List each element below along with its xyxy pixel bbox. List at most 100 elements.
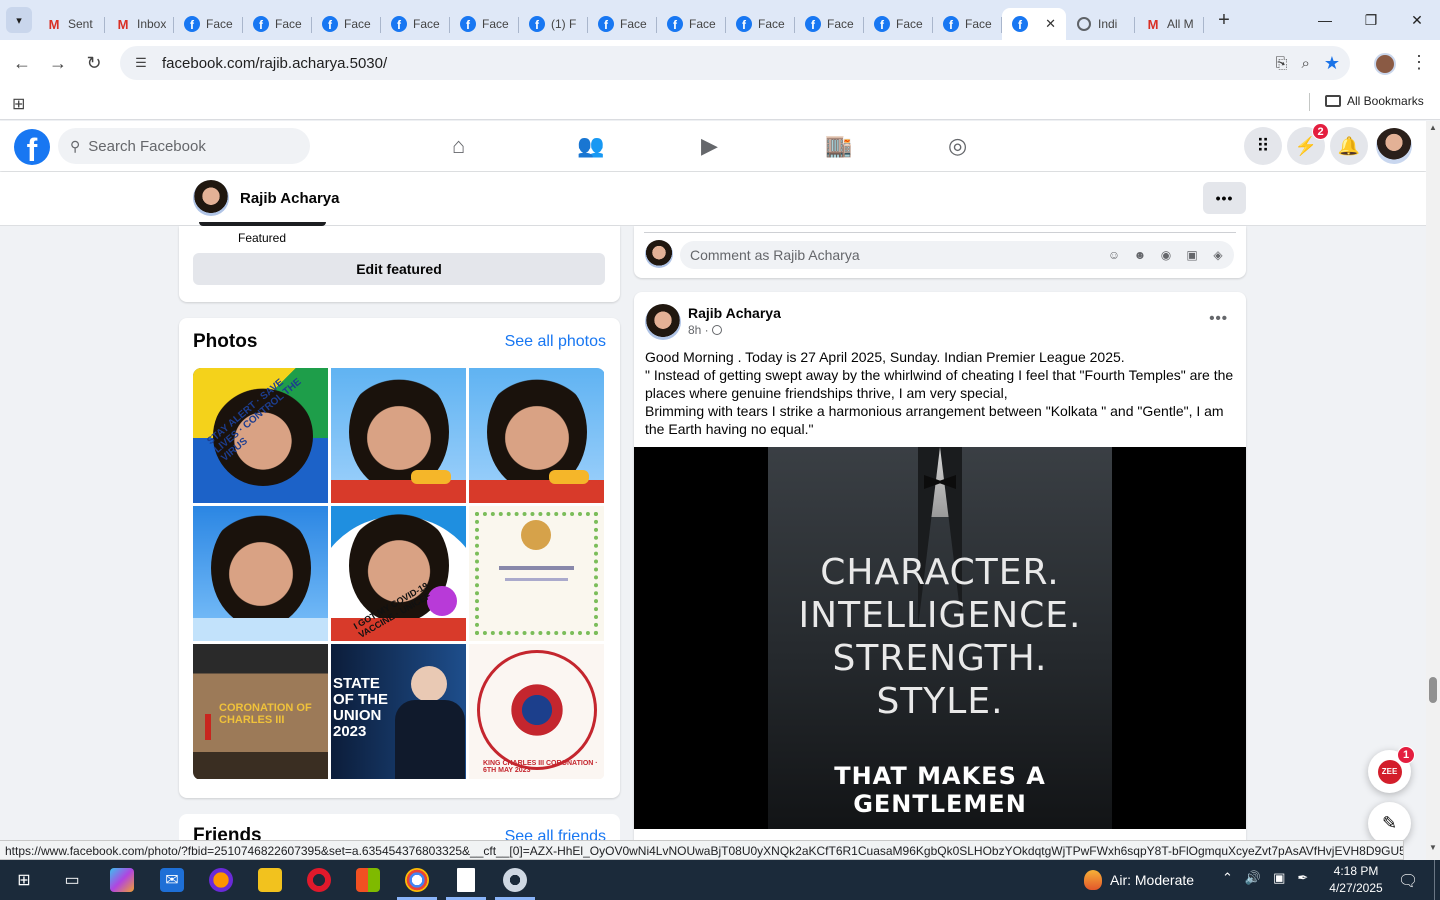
notepad-icon[interactable]	[457, 868, 475, 892]
new-tab-button[interactable]: +	[1210, 6, 1238, 34]
emoji-icon[interactable]: ☻	[1132, 248, 1148, 262]
facebook-logo-icon[interactable]: f	[14, 129, 50, 165]
photo-thumbnail[interactable]: STATE OF THE UNION 2023	[331, 644, 466, 779]
browser-tab[interactable]: f Face	[381, 8, 450, 40]
copilot-icon[interactable]	[110, 868, 134, 892]
browser-tab[interactable]: f Face	[588, 8, 657, 40]
camera-icon[interactable]: ◉	[1158, 248, 1174, 262]
back-button[interactable]: ←	[4, 45, 40, 81]
account-avatar[interactable]	[1376, 128, 1412, 164]
apps-grid-icon[interactable]: ⊞	[12, 94, 25, 114]
sticker-icon[interactable]: ◈	[1210, 248, 1226, 262]
photo-thumbnail[interactable]: KING CHARLES III CORONATION · 6TH MAY 20…	[469, 644, 604, 779]
tab-search-button[interactable]: ▾	[6, 7, 32, 33]
browser-tab[interactable]: f (1) F	[519, 8, 588, 40]
firefox-icon[interactable]	[209, 868, 233, 892]
post-time[interactable]: 8h ·	[688, 323, 709, 337]
windows-start-icon[interactable]: ⊞	[12, 868, 36, 892]
post-image[interactable]: CHARACTER. INTELLIGENCE. STRENGTH. STYLE…	[634, 447, 1246, 829]
close-window-button[interactable]: ✕	[1394, 0, 1440, 40]
notification-center-icon[interactable]: 🗨	[1398, 871, 1418, 891]
post-author-avatar[interactable]	[645, 304, 681, 340]
file-explorer-icon[interactable]	[258, 868, 282, 892]
task-view-icon[interactable]: ▭	[60, 868, 84, 892]
friends-icon[interactable]: 👥	[577, 133, 604, 159]
scroll-down-arrow-icon[interactable]: ▼	[1429, 843, 1437, 852]
gif-icon[interactable]: ▣	[1184, 248, 1200, 262]
opera-icon[interactable]	[307, 868, 331, 892]
url-text[interactable]: facebook.com/rajib.acharya.5030/	[162, 55, 387, 72]
browser-tab[interactable]: M Sent	[36, 8, 105, 40]
commenter-avatar[interactable]	[645, 240, 673, 268]
weather-widget[interactable]: Air: Moderate	[1084, 870, 1194, 890]
marketplace-icon[interactable]: 🏬	[825, 133, 852, 159]
featured-thumbnail[interactable]	[199, 222, 326, 226]
messaging-app-icon[interactable]: ✉	[160, 868, 184, 892]
browser-tab[interactable]: f Face	[450, 8, 519, 40]
restore-button[interactable]: ❐	[1348, 0, 1394, 40]
reload-button[interactable]: ↻	[76, 45, 112, 81]
all-bookmarks-button[interactable]: All Bookmarks	[1325, 94, 1424, 108]
page-scrollbar[interactable]: ▲ ▼	[1426, 121, 1440, 860]
profile-name[interactable]: Rajib Acharya	[240, 190, 340, 207]
browser-tab[interactable]: f Face	[795, 8, 864, 40]
pen-icon[interactable]: ✒	[1297, 870, 1308, 886]
microsoft-store-icon[interactable]	[356, 868, 380, 892]
photo-thumbnail[interactable]	[193, 506, 328, 641]
browser-tab[interactable]: f Face	[174, 8, 243, 40]
browser-tab[interactable]: Indi	[1066, 8, 1135, 40]
video-icon[interactable]: ▶	[701, 133, 718, 159]
browser-tab[interactable]: f Face	[657, 8, 726, 40]
volume-icon[interactable]: 🔊	[1245, 870, 1261, 886]
address-bar[interactable]: ☰ facebook.com/rajib.acharya.5030/ ⎘ ⌕ ★	[120, 46, 1350, 80]
chrome-menu-icon[interactable]: ⋮	[1410, 52, 1428, 73]
browser-tab[interactable]: M All M	[1135, 8, 1204, 40]
network-icon[interactable]: ▣	[1273, 870, 1285, 886]
comment-input[interactable]	[690, 247, 1090, 263]
new-message-button[interactable]: ✎	[1368, 802, 1411, 845]
browser-tab[interactable]: f ✕	[1002, 8, 1066, 40]
messenger-icon[interactable]: ⚡ 2	[1287, 123, 1329, 165]
photo-thumbnail[interactable]	[331, 368, 466, 503]
scrollbar-thumb[interactable]	[1429, 677, 1437, 703]
notifications-bell-icon[interactable]: 🔔	[1330, 127, 1368, 165]
browser-tab[interactable]: f Face	[864, 8, 933, 40]
minimize-button[interactable]: —	[1302, 0, 1348, 40]
close-tab-icon[interactable]: ✕	[1045, 16, 1056, 32]
groups-icon[interactable]: ◎	[948, 133, 967, 159]
snipping-tool-icon[interactable]	[503, 868, 527, 892]
browser-tab[interactable]: f Face	[933, 8, 1002, 40]
avatar-sticker-icon[interactable]: ☺	[1106, 248, 1122, 262]
browser-tab[interactable]: f Face	[243, 8, 312, 40]
zoom-icon[interactable]: ⌕	[1301, 55, 1309, 72]
photo-thumbnail[interactable]: CORONATION OF CHARLES III	[193, 644, 328, 779]
see-all-photos-link[interactable]: See all photos	[505, 333, 606, 351]
install-app-icon[interactable]: ⎘	[1275, 55, 1287, 72]
forward-button[interactable]: →	[40, 45, 76, 81]
chrome-profile-avatar[interactable]	[1374, 53, 1396, 75]
post-options-button[interactable]: •••	[1209, 310, 1228, 327]
photo-thumbnail[interactable]: STAY ALERT · SAVE LIVES · CONTROL THE VI…	[193, 368, 328, 503]
chrome-icon[interactable]	[405, 868, 429, 892]
browser-tab[interactable]: f Face	[726, 8, 795, 40]
taskbar-clock[interactable]: 4:18 PM 4/27/2025	[1318, 863, 1394, 897]
bookmark-star-icon[interactable]: ★	[1324, 53, 1340, 74]
browser-tab[interactable]: M Inbox	[105, 8, 174, 40]
menu-grid-icon[interactable]: ⠿	[1244, 127, 1282, 165]
scroll-up-arrow-icon[interactable]: ▲	[1429, 123, 1437, 132]
show-desktop-button[interactable]	[1434, 860, 1435, 900]
profile-more-button[interactable]: •••	[1203, 182, 1246, 214]
profile-avatar[interactable]	[193, 180, 229, 216]
facebook-search[interactable]: ⚲	[58, 128, 310, 164]
edit-featured-button[interactable]: Edit featured	[193, 253, 605, 285]
photo-thumbnail[interactable]: I GOT MY COVID-19 VACCINE · UNICEF	[331, 506, 466, 641]
comment-input-wrapper[interactable]: ☺ ☻ ◉ ▣ ◈	[680, 241, 1234, 269]
browser-tab[interactable]: f Face	[312, 8, 381, 40]
site-info-icon[interactable]: ☰	[126, 55, 156, 71]
photo-thumbnail[interactable]	[469, 506, 604, 641]
post-author-name[interactable]: Rajib Acharya	[688, 305, 781, 321]
search-input[interactable]	[88, 137, 289, 155]
photo-thumbnail[interactable]	[469, 368, 604, 503]
home-icon[interactable]: ⌂	[452, 133, 465, 159]
tray-chevron-icon[interactable]: ⌃	[1222, 870, 1233, 886]
